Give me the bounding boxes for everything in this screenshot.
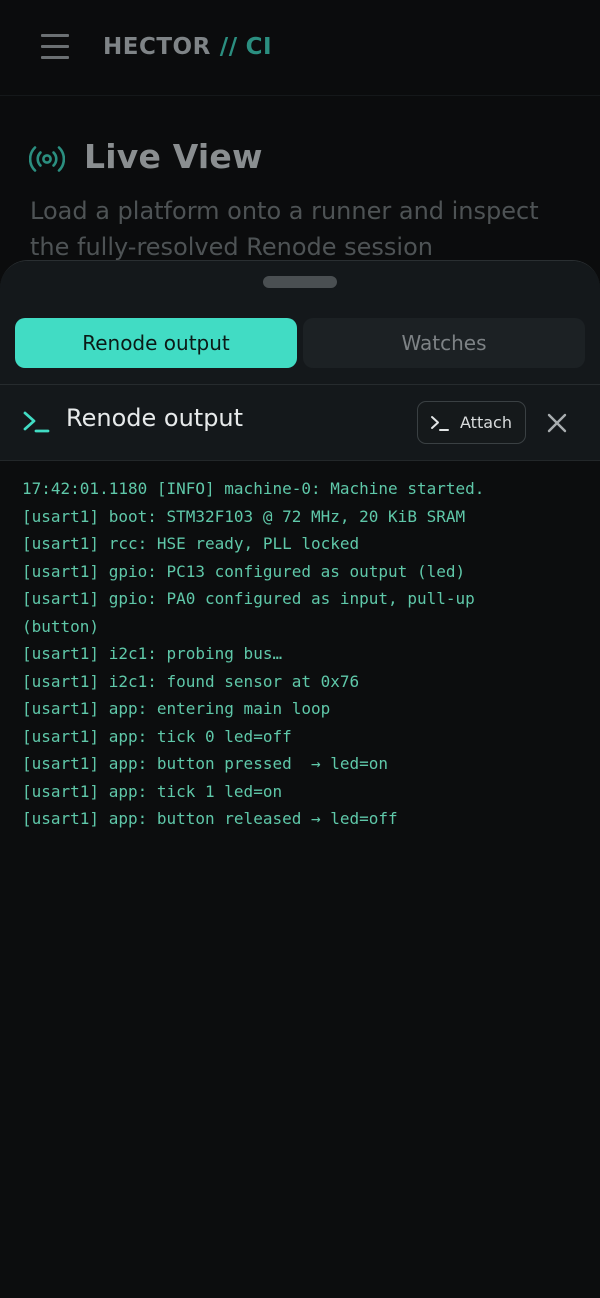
tab-bar: Renode output Watches (15, 318, 585, 368)
bottom-sheet: Renode output Watches Renode output Atta… (0, 260, 600, 1298)
console-line: [usart1] app: button released → led=off (22, 809, 398, 828)
close-icon[interactable] (542, 408, 572, 438)
tab-renode-output[interactable]: Renode output (15, 318, 297, 368)
page-subtitle: Load a platform onto a runner and inspec… (30, 197, 539, 261)
terminal-icon (431, 416, 449, 431)
attach-button-label: Attach (460, 413, 512, 432)
console-line: [usart1] boot: STM32F103 @ 72 MHz, 20 Ki… (22, 506, 466, 526)
app-screen: HECTOR // CI Live View Load a platform o… (0, 0, 600, 1298)
console-line: [usart1] i2c1: probing bus… (22, 644, 283, 663)
brand-separator: // (219, 34, 238, 60)
console-line: [usart1] app: tick 0 led=off (22, 726, 292, 746)
divider (0, 460, 600, 461)
hamburger-menu-icon[interactable] (41, 34, 69, 60)
brand-logo[interactable]: HECTOR // CI (103, 30, 272, 64)
attach-button[interactable]: Attach (417, 401, 526, 444)
terminal-icon (23, 411, 50, 433)
console-line: [usart1] i2c1: found sensor at 0x76 (22, 671, 360, 691)
console-output: 17:42:01.1180 [INFO] machine-0: Machine … (22, 475, 582, 833)
console-line: [usart1] gpio: PC13 configured as output… (22, 561, 466, 581)
top-bar: HECTOR // CI (0, 0, 600, 96)
console-line: [usart1] gpio: PA0 configured as input, … (22, 589, 475, 608)
brand-name: HECTOR (103, 34, 211, 60)
sheet-drag-handle[interactable] (263, 276, 337, 288)
panel-title: Renode output (66, 404, 244, 432)
console-line: (button) (22, 616, 100, 636)
console-line: 17:42:01.1180 [INFO] machine-0: Machine … (22, 479, 485, 498)
console-line: [usart1] app: tick 1 led=on (22, 781, 283, 801)
tab-watches[interactable]: Watches (303, 318, 585, 368)
panel-header: Renode output Attach (0, 385, 600, 460)
console-line: [usart1] app: button pressed → led=on (22, 754, 389, 773)
brand-suffix: CI (245, 34, 273, 60)
console-line: [usart1] rcc: HSE ready, PLL locked (22, 534, 360, 553)
page-title: Live View (84, 137, 263, 176)
console-line: [usart1] app: entering main loop (22, 699, 331, 718)
live-broadcast-icon (29, 146, 65, 172)
